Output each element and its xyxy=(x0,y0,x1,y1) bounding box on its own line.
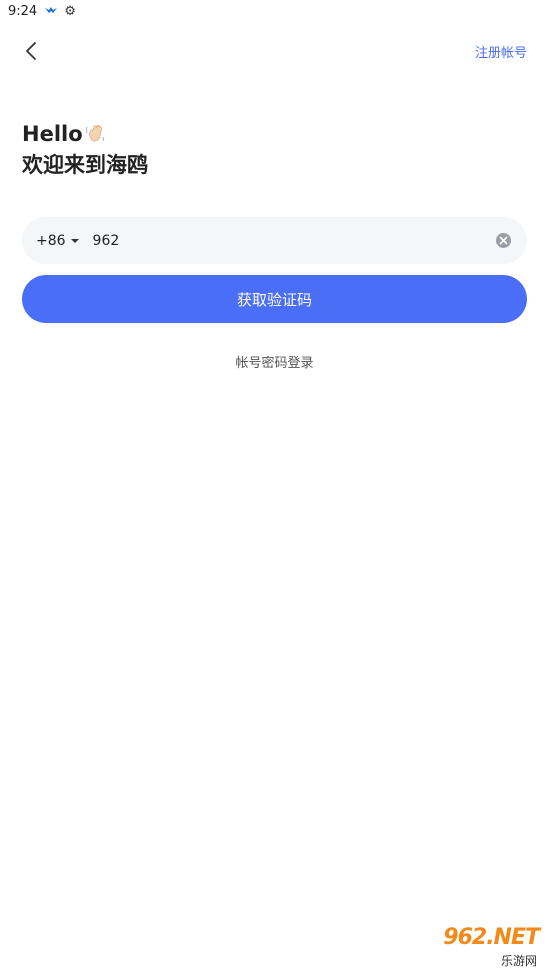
register-link[interactable]: 注册帐号 xyxy=(475,42,527,61)
watermark-logo-text: 962.NET xyxy=(443,925,540,950)
back-button[interactable] xyxy=(16,36,46,66)
country-code-selector[interactable]: +86 xyxy=(36,233,79,249)
greeting-hello: Hello xyxy=(22,120,148,148)
status-bar: 9:24 ⚙ xyxy=(0,0,549,22)
waving-hand-icon xyxy=(84,122,106,147)
watermark-logo: 962.NET 乐游网 xyxy=(407,925,543,969)
status-time: 9:24 xyxy=(8,3,38,19)
caret-down-icon xyxy=(70,238,79,243)
clear-circle-icon xyxy=(499,236,508,245)
clear-button[interactable] xyxy=(496,233,511,248)
greeting: Hello 欢迎来到海鸥 xyxy=(22,120,148,180)
phone-row: +86 xyxy=(22,217,527,264)
hello-text: Hello xyxy=(22,122,83,146)
chevron-left-icon xyxy=(26,42,36,60)
watermark-site-text: 乐游网 xyxy=(500,954,537,968)
greeting-welcome: 欢迎来到海鸥 xyxy=(22,153,148,177)
password-login-link[interactable]: 帐号密码登录 xyxy=(0,352,549,371)
get-code-button[interactable]: 获取验证码 xyxy=(22,275,527,323)
country-code-label: +86 xyxy=(36,232,66,249)
phone-input[interactable] xyxy=(92,232,473,249)
gear-icon: ⚙ xyxy=(64,3,76,19)
bird-icon xyxy=(45,6,58,17)
